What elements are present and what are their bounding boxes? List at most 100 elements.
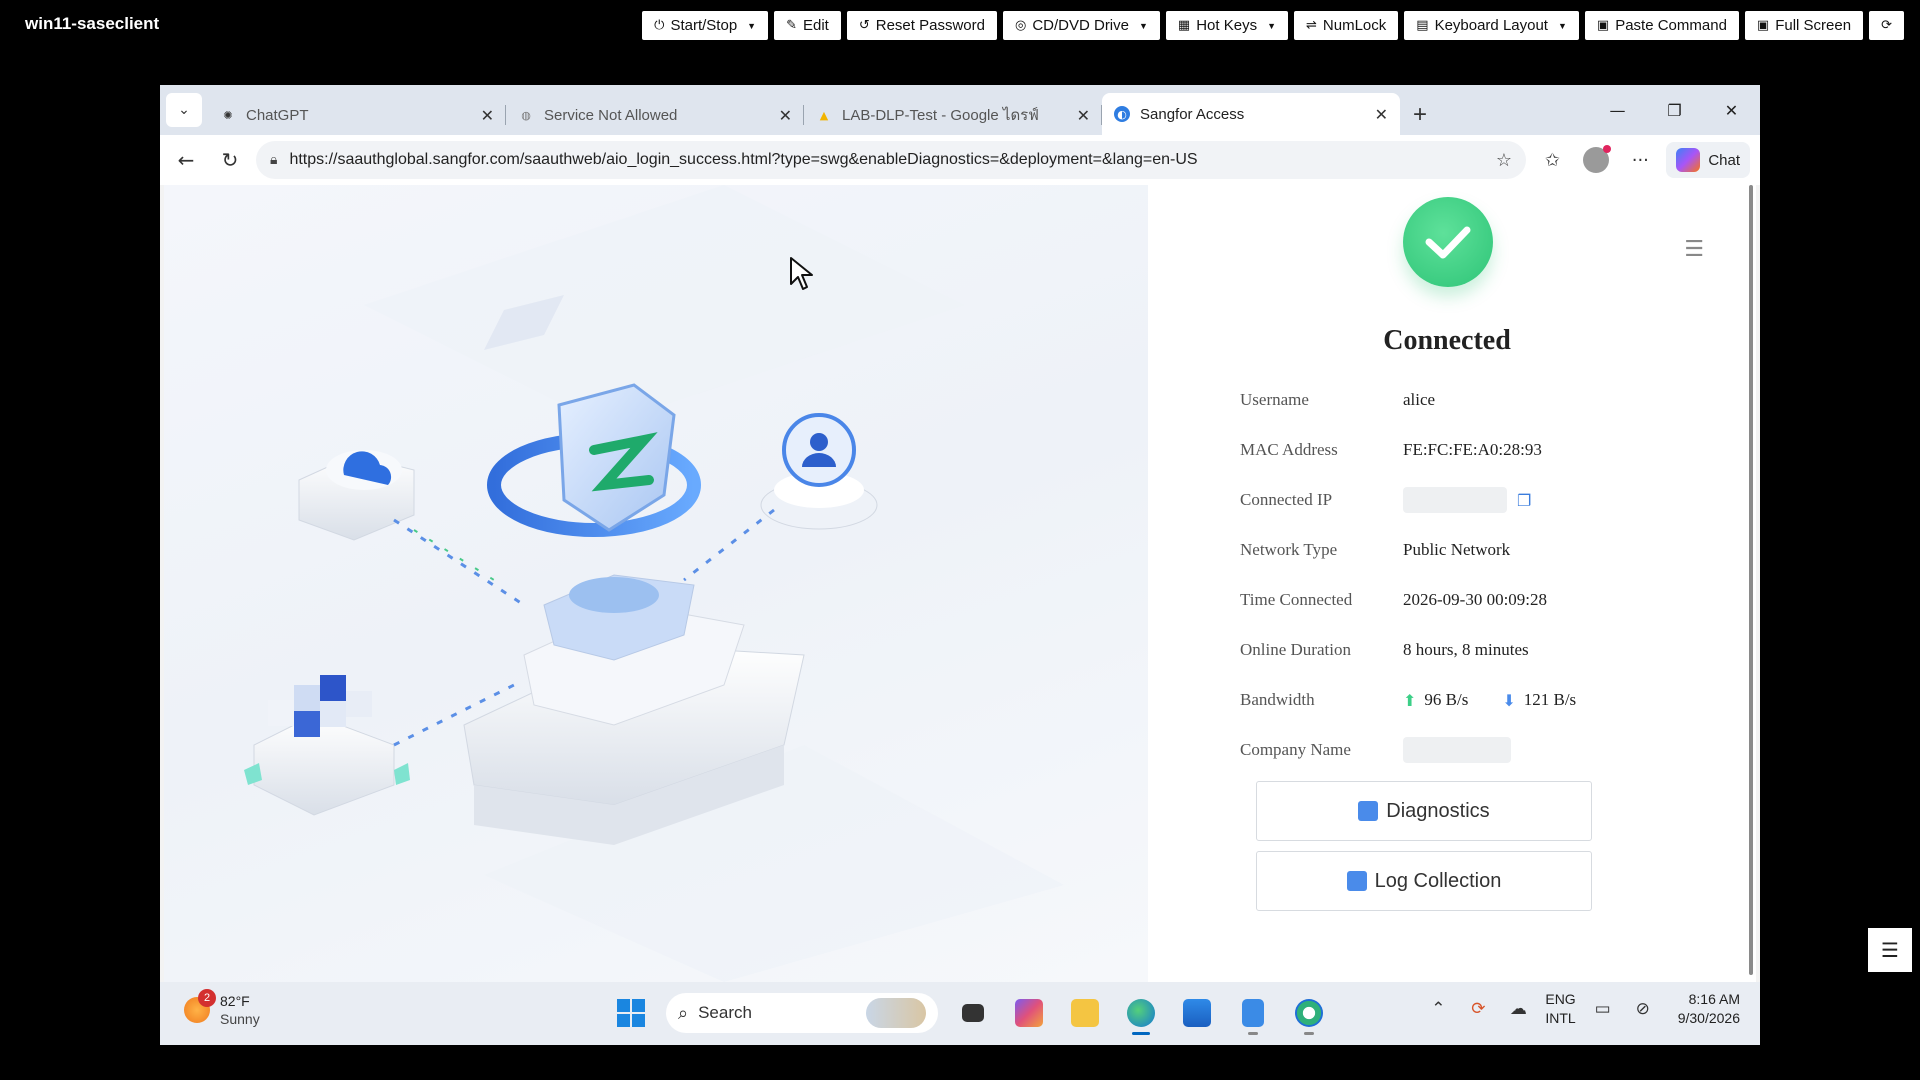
paste-command-button[interactable]: ▣ Paste Command: [1584, 11, 1739, 40]
lock-icon: 🔒︎: [270, 152, 278, 168]
google-drive-icon: ▲: [819, 108, 829, 122]
info-key: MAC Address: [1240, 440, 1338, 459]
tab-service-not-allowed[interactable]: ◍ Service Not Allowed ✕: [506, 95, 804, 135]
reload-icon[interactable]: ↻: [208, 140, 252, 180]
power-icon: ⏻: [654, 18, 665, 33]
microsoft-store-button[interactable]: [1176, 991, 1218, 1035]
upload-arrow-icon: ⬆: [1403, 690, 1417, 710]
store-icon: [1183, 999, 1211, 1027]
remote-screen[interactable]: ⌄ ✺ ChatGPT ✕ ◍ Service Not Allowed ✕ ▲ …: [160, 85, 1760, 1045]
taskbar-search[interactable]: ⌕ Search: [666, 993, 938, 1033]
page-scrollbar[interactable]: [1746, 185, 1756, 982]
new-tab-button[interactable]: +: [1400, 95, 1440, 135]
task-view-button[interactable]: [952, 991, 994, 1035]
clock-time: 8:16 AM: [1688, 991, 1740, 1007]
weather-widget[interactable]: 2 82°F Sunny: [184, 989, 260, 1028]
info-value-wrapper: [1403, 737, 1511, 763]
info-value-wrapper: ❐: [1403, 487, 1531, 513]
connection-status-title: Connected: [1383, 325, 1511, 356]
log-collection-icon: [1346, 871, 1367, 891]
sangfor-client-icon: [1295, 999, 1323, 1027]
info-value: alice: [1403, 390, 1436, 409]
address-bar[interactable]: 🔒︎ https://saauthglobal.sangfor.com/saau…: [256, 141, 1526, 179]
notification-dot: [1603, 145, 1612, 153]
notification-badge: 2: [198, 989, 216, 1007]
close-icon[interactable]: ✕: [1375, 105, 1388, 124]
weather-text: 82°F Sunny: [220, 992, 260, 1028]
tab-label: LAB-DLP-Test - Google ไดรฟ์: [842, 107, 1039, 124]
favorite-star-icon[interactable]: ☆: [1496, 150, 1512, 171]
tab-label: Service Not Allowed: [544, 106, 678, 124]
more-options-icon[interactable]: ···: [1622, 140, 1658, 180]
close-icon[interactable]: ✕: [779, 106, 792, 125]
info-row-online-duration: Online Duration 8 hours, 8 minutes: [1240, 635, 1529, 665]
numlock-button[interactable]: ⇌ NumLock: [1294, 11, 1399, 40]
microsoft-365-button[interactable]: [1008, 991, 1050, 1035]
show-hidden-icons-chevron-icon[interactable]: ⌃: [1425, 999, 1451, 1019]
sangfor-client-button[interactable]: [1288, 991, 1330, 1035]
start-button[interactable]: [610, 991, 652, 1035]
tab-google-drive[interactable]: ▲ LAB-DLP-Test - Google ไดรฟ์ ✕: [804, 95, 1102, 135]
diagnostics-button[interactable]: Diagnostics: [1256, 781, 1592, 841]
fullscreen-icon: ▣: [1756, 18, 1770, 33]
tab-chatgpt[interactable]: ✺ ChatGPT ✕: [208, 95, 506, 135]
network-icon[interactable]: ▭: [1590, 999, 1616, 1019]
clock[interactable]: 8:16 AM 9/30/2026: [1678, 990, 1740, 1028]
mouse-cursor-icon: [790, 257, 813, 290]
close-window-icon[interactable]: ✕: [1703, 85, 1760, 135]
redacted-company-value: [1403, 737, 1511, 763]
browser-toolbar-right: ✩ ··· Chat: [1534, 140, 1750, 180]
file-explorer-button[interactable]: [1064, 991, 1106, 1035]
reset-password-label: Reset Password: [875, 17, 985, 34]
profile-button[interactable]: [1578, 140, 1614, 180]
keyboard-layout-button[interactable]: ▤ Keyboard Layout ▼: [1404, 11, 1579, 40]
sun-icon: 2: [184, 989, 216, 1023]
cloud-offline-icon[interactable]: ☁: [1505, 999, 1531, 1019]
microsoft-365-icon: [1015, 999, 1043, 1027]
close-icon[interactable]: ✕: [1077, 106, 1090, 125]
success-check-icon: [1403, 197, 1493, 287]
refresh-console-button[interactable]: ⟳: [1869, 11, 1904, 40]
language-code: ENG: [1545, 991, 1576, 1007]
globe-icon: ◍: [521, 108, 531, 122]
input-language[interactable]: ENG INTL: [1545, 990, 1575, 1028]
close-icon[interactable]: ✕: [481, 106, 494, 125]
notepad-button[interactable]: [1232, 991, 1274, 1035]
checkmark-icon: [1425, 226, 1471, 259]
side-panel-toggle-icon[interactable]: ☰: [1868, 928, 1912, 972]
scrollbar-thumb[interactable]: [1749, 185, 1753, 975]
hot-keys-label: Hot Keys: [1196, 17, 1258, 34]
log-collection-button[interactable]: Log Collection: [1256, 851, 1592, 911]
favorites-icon[interactable]: ✩: [1534, 140, 1570, 180]
numlock-label: NumLock: [1322, 17, 1387, 34]
chevron-down-icon: ▼: [1557, 20, 1567, 31]
tab-actions-menu-icon[interactable]: ⌄: [166, 93, 202, 127]
full-screen-button[interactable]: ▣ Full Screen: [1744, 11, 1864, 40]
tab-sangfor-access[interactable]: ◐ Sangfor Access ✕: [1102, 93, 1400, 135]
hot-keys-button[interactable]: ▦ Hot Keys ▼: [1165, 11, 1288, 40]
restore-icon[interactable]: ❐: [1646, 85, 1703, 135]
minimize-icon[interactable]: —: [1589, 85, 1646, 135]
copy-icon[interactable]: ❐: [1517, 491, 1531, 510]
copilot-chat-button[interactable]: Chat: [1666, 142, 1750, 178]
info-key: Online Duration: [1240, 640, 1351, 659]
edge-button[interactable]: [1120, 991, 1162, 1035]
cd-dvd-drive-button[interactable]: ◎ CD/DVD Drive ▼: [1002, 11, 1160, 40]
edit-button[interactable]: ✎ Edit: [774, 11, 841, 40]
clock-date: 9/30/2026: [1677, 1010, 1740, 1026]
page-content: ☰ Connected Username alice MAC Address F…: [164, 185, 1756, 982]
back-icon[interactable]: ←: [164, 140, 208, 180]
info-key: Time Connected: [1240, 590, 1353, 609]
download-bandwidth: ⬇ 121 B/s: [1502, 690, 1576, 710]
reset-password-button[interactable]: ↺ Reset Password: [846, 11, 997, 40]
info-key: Username: [1240, 390, 1309, 409]
paste-command-label: Paste Command: [1615, 17, 1727, 34]
info-row-network-type: Network Type Public Network: [1240, 535, 1510, 565]
hamburger-menu-icon[interactable]: ☰: [1684, 237, 1704, 262]
info-row-mac-address: MAC Address FE:FC:FE:A0:28:93: [1240, 435, 1542, 465]
volume-muted-icon[interactable]: ⊘: [1630, 999, 1656, 1019]
refresh-icon: ⟳: [1881, 18, 1892, 33]
start-stop-button[interactable]: ⏻ Start/Stop ▼: [642, 11, 769, 40]
sync-icon[interactable]: ⟳: [1465, 999, 1491, 1019]
search-highlight-image: [866, 998, 926, 1028]
